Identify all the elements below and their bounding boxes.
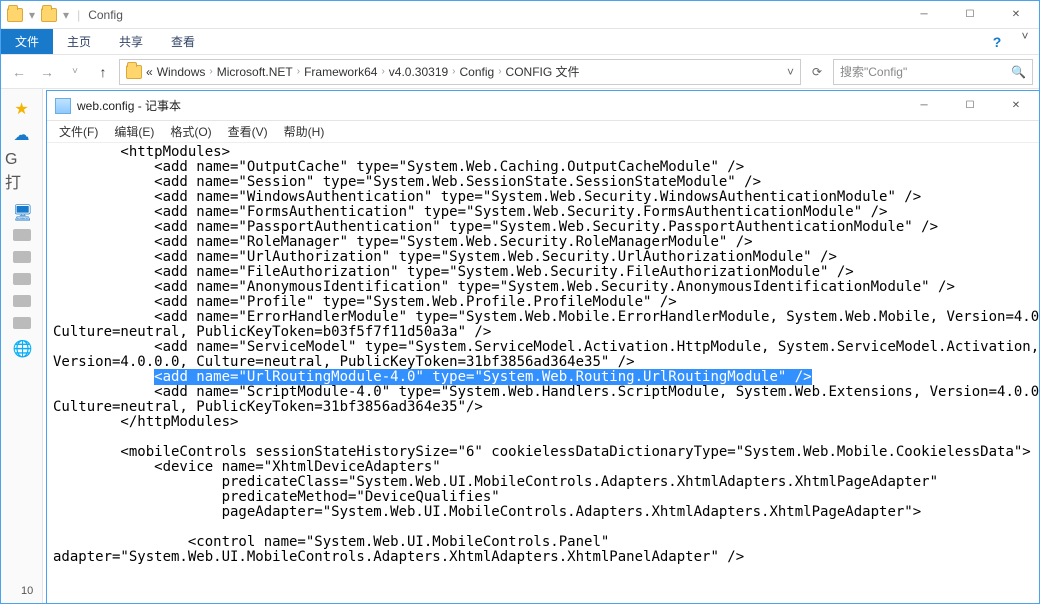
divider: |	[75, 8, 82, 22]
drive-icon[interactable]	[13, 317, 31, 329]
sidebar: ★ ☁ G 打 🖥 🌐	[1, 89, 43, 603]
path-box[interactable]: « Windows› Microsoft.NET› Framework64› v…	[119, 59, 801, 85]
maximize-button[interactable]: ☐	[947, 92, 993, 120]
window-title: Config	[88, 8, 123, 22]
onedrive-icon[interactable]: ☁	[13, 125, 31, 141]
ribbon-tabs: 文件 主页 共享 查看 ? ˅	[1, 29, 1039, 55]
back-button[interactable]: ←	[7, 60, 31, 84]
folder-icon	[41, 8, 57, 22]
folder-icon	[7, 8, 23, 22]
menu-edit[interactable]: 编辑(E)	[106, 121, 162, 142]
chevron-right-icon: ›	[381, 66, 384, 77]
chevron-right-icon: ›	[209, 66, 212, 77]
path-seg[interactable]: CONFIG 文件	[506, 63, 580, 80]
ribbon-collapse-icon[interactable]: ˅	[1011, 29, 1039, 54]
tab-view[interactable]: 查看	[157, 29, 209, 54]
refresh-button[interactable]: ⟳	[805, 65, 829, 79]
code-line: <add name="OutputCache" type="System.Web…	[53, 159, 744, 175]
this-pc-icon[interactable]: 🖥	[13, 203, 31, 219]
folder-icon	[126, 65, 142, 79]
code-line: <add name="WindowsAuthentication" type="…	[53, 189, 921, 205]
notepad-text-area[interactable]: <httpModules> <add name="OutputCache" ty…	[47, 143, 1039, 603]
tab-share[interactable]: 共享	[105, 29, 157, 54]
path-seg[interactable]: Framework64	[304, 65, 377, 79]
address-bar: ← → ˅ ↑ « Windows› Microsoft.NET› Framew…	[1, 55, 1039, 89]
search-placeholder: 搜索"Config"	[840, 63, 907, 80]
minimize-button[interactable]: ─	[901, 92, 947, 120]
path-seg[interactable]: Config	[460, 65, 495, 79]
path-prefix[interactable]: «	[146, 65, 153, 79]
code-line: <add name="Session" type="System.Web.Ses…	[53, 174, 761, 190]
menu-view[interactable]: 查看(V)	[220, 121, 276, 142]
code-line: <add name="PassportAuthentication" type=…	[53, 219, 938, 235]
search-input[interactable]: 搜索"Config" 🔍	[833, 59, 1033, 85]
code-line: <add name="ScriptModule-4.0" type="Syste…	[53, 384, 1039, 400]
sidebar-partial: 打	[1, 169, 42, 193]
code-line: <add name="FormsAuthentication" type="Sy…	[53, 204, 887, 220]
chevron-right-icon: ›	[452, 66, 455, 77]
code-line: Culture=neutral, PublicKeyToken=b03f5f7f…	[53, 324, 491, 340]
selected-text: <add name="UrlRoutingModule-4.0" type="S…	[154, 369, 811, 385]
favorites-icon[interactable]: ★	[13, 99, 31, 115]
code-line: pageAdapter="System.Web.UI.MobileControl…	[53, 504, 921, 520]
recent-dropdown[interactable]: ˅	[63, 60, 87, 84]
notepad-window: web.config - 记事本 ─ ☐ ✕ 文件(F) 编辑(E) 格式(O)…	[46, 90, 1040, 604]
code-line: <add name="ErrorHandlerModule" type="Sys…	[53, 309, 1039, 325]
notepad-icon	[55, 98, 71, 114]
help-icon[interactable]: ?	[983, 29, 1011, 54]
code-line: <mobileControls sessionStateHistorySize=…	[53, 444, 1031, 460]
search-icon: 🔍	[1011, 65, 1026, 79]
drive-icon[interactable]	[13, 295, 31, 307]
drive-icon[interactable]	[13, 229, 31, 241]
notepad-menubar: 文件(F) 编辑(E) 格式(O) 查看(V) 帮助(H)	[47, 121, 1039, 143]
status-item-count: 10	[21, 585, 33, 597]
notepad-title: web.config - 记事本	[77, 97, 181, 114]
close-button[interactable]: ✕	[993, 92, 1039, 120]
code-line: <add name="ServiceModel" type="System.Se…	[53, 339, 1039, 355]
explorer-titlebar: ▾ ▾ | Config ─ ☐ ✕	[1, 1, 1039, 29]
drive-icon[interactable]	[13, 251, 31, 263]
tab-file[interactable]: 文件	[1, 29, 53, 54]
path-seg[interactable]: Microsoft.NET	[217, 65, 293, 79]
forward-button[interactable]: →	[35, 60, 59, 84]
network-icon[interactable]: 🌐	[13, 339, 31, 355]
code-line: <add name="UrlAuthorization" type="Syste…	[53, 249, 837, 265]
code-line: Culture=neutral, PublicKeyToken=31bf3856…	[53, 399, 483, 415]
menu-file[interactable]: 文件(F)	[51, 121, 106, 142]
chevron-right-icon: ›	[498, 66, 501, 77]
path-dropdown-icon[interactable]: ˅	[787, 65, 794, 79]
up-button[interactable]: ↑	[91, 60, 115, 84]
minimize-button[interactable]: ─	[901, 1, 947, 29]
path-seg[interactable]: Windows	[157, 65, 206, 79]
code-line: adapter="System.Web.UI.MobileControls.Ad…	[53, 549, 744, 565]
code-line	[53, 369, 154, 385]
code-line: predicateClass="System.Web.UI.MobileCont…	[53, 474, 938, 490]
notepad-titlebar[interactable]: web.config - 记事本 ─ ☐ ✕	[47, 91, 1039, 121]
code-line: predicateMethod="DeviceQualifies"	[53, 489, 500, 505]
code-line: <add name="RoleManager" type="System.Web…	[53, 234, 753, 250]
code-line: </httpModules>	[53, 414, 238, 430]
close-button[interactable]: ✕	[993, 1, 1039, 29]
code-line: <add name="Profile" type="System.Web.Pro…	[53, 294, 677, 310]
code-line: <device name="XhtmlDeviceAdapters"	[53, 459, 441, 475]
qat-divider: ▾	[29, 8, 35, 22]
sidebar-partial: G	[1, 151, 42, 169]
chevron-right-icon: ›	[297, 66, 300, 77]
menu-help[interactable]: 帮助(H)	[276, 121, 333, 142]
code-line: Version=4.0.0.0, Culture=neutral, Public…	[53, 354, 635, 370]
code-line: <add name="AnonymousIdentification" type…	[53, 279, 955, 295]
qat-divider: ▾	[63, 8, 69, 22]
tab-home[interactable]: 主页	[53, 29, 105, 54]
menu-format[interactable]: 格式(O)	[162, 121, 219, 142]
drive-icon[interactable]	[13, 273, 31, 285]
path-seg[interactable]: v4.0.30319	[389, 65, 448, 79]
code-line: <control name="System.Web.UI.MobileContr…	[53, 534, 609, 550]
code-line: <add name="FileAuthorization" type="Syst…	[53, 264, 854, 280]
code-line: <httpModules>	[53, 144, 230, 160]
maximize-button[interactable]: ☐	[947, 1, 993, 29]
